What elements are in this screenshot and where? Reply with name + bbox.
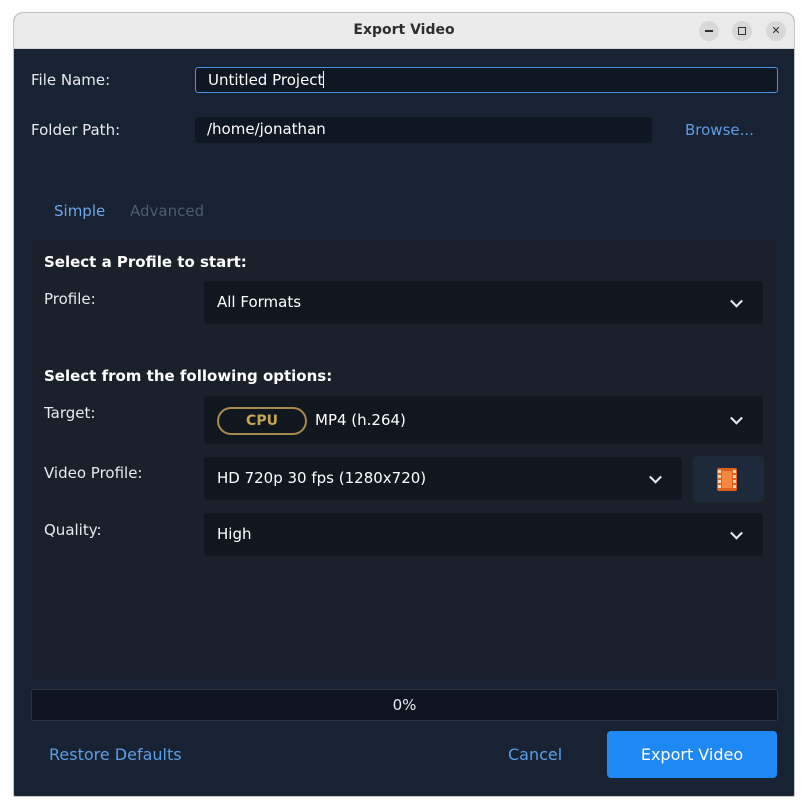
file-name-input[interactable]: Untitled Project — [195, 67, 778, 93]
tab-advanced[interactable]: Advanced — [130, 202, 204, 220]
folder-path-input[interactable]: /home/jonathan — [195, 117, 652, 143]
export-video-dialog: Export Video ✕ File Name: Untitled Proje… — [13, 12, 795, 797]
options-heading: Select from the following options: — [44, 367, 333, 385]
progress-text: 0% — [392, 696, 417, 714]
window-title: Export Video — [353, 22, 455, 38]
minimize-icon — [705, 30, 713, 32]
profile-label: Profile: — [44, 290, 96, 308]
video-profile-select[interactable]: HD 720p 30 fps (1280x720) — [204, 457, 682, 500]
browse-button[interactable]: Browse... — [685, 121, 754, 139]
file-name-label: File Name: — [31, 71, 111, 89]
cancel-button[interactable]: Cancel — [508, 745, 562, 764]
export-progress-bar: 0% — [31, 689, 778, 721]
export-video-button[interactable]: Export Video — [607, 731, 777, 778]
tab-simple[interactable]: Simple — [54, 202, 105, 220]
maximize-button[interactable] — [732, 21, 752, 41]
quality-select[interactable]: High — [204, 513, 763, 556]
profile-select[interactable]: All Formats — [204, 281, 763, 324]
close-icon: ✕ — [771, 24, 781, 37]
maximize-icon — [738, 27, 746, 35]
restore-defaults-button[interactable]: Restore Defaults — [49, 745, 182, 764]
folder-path-label: Folder Path: — [31, 121, 121, 139]
chevron-down-icon — [730, 526, 743, 540]
chevron-down-icon — [730, 294, 743, 308]
quality-label: Quality: — [44, 521, 102, 539]
target-select[interactable]: CPU MP4 (h.264) — [204, 396, 763, 444]
chevron-down-icon — [649, 470, 662, 484]
chevron-down-icon — [730, 411, 743, 425]
quality-value: High — [217, 525, 252, 543]
file-name-value: Untitled Project — [208, 71, 324, 89]
video-profile-value: HD 720p 30 fps (1280x720) — [217, 469, 427, 487]
title-bar: Export Video ✕ — [14, 13, 794, 49]
folder-path-value: /home/jonathan — [207, 120, 326, 138]
preview-profile-button[interactable] — [693, 456, 764, 502]
profile-value: All Formats — [217, 293, 302, 311]
text-caret — [323, 71, 325, 88]
profile-heading: Select a Profile to start: — [44, 253, 247, 271]
cpu-badge: CPU — [217, 406, 307, 435]
minimize-button[interactable] — [699, 21, 719, 41]
video-profile-label: Video Profile: — [44, 464, 143, 482]
target-label: Target: — [44, 404, 96, 422]
film-icon — [717, 468, 737, 491]
close-button[interactable]: ✕ — [766, 21, 786, 41]
target-value: MP4 (h.264) — [315, 411, 406, 429]
